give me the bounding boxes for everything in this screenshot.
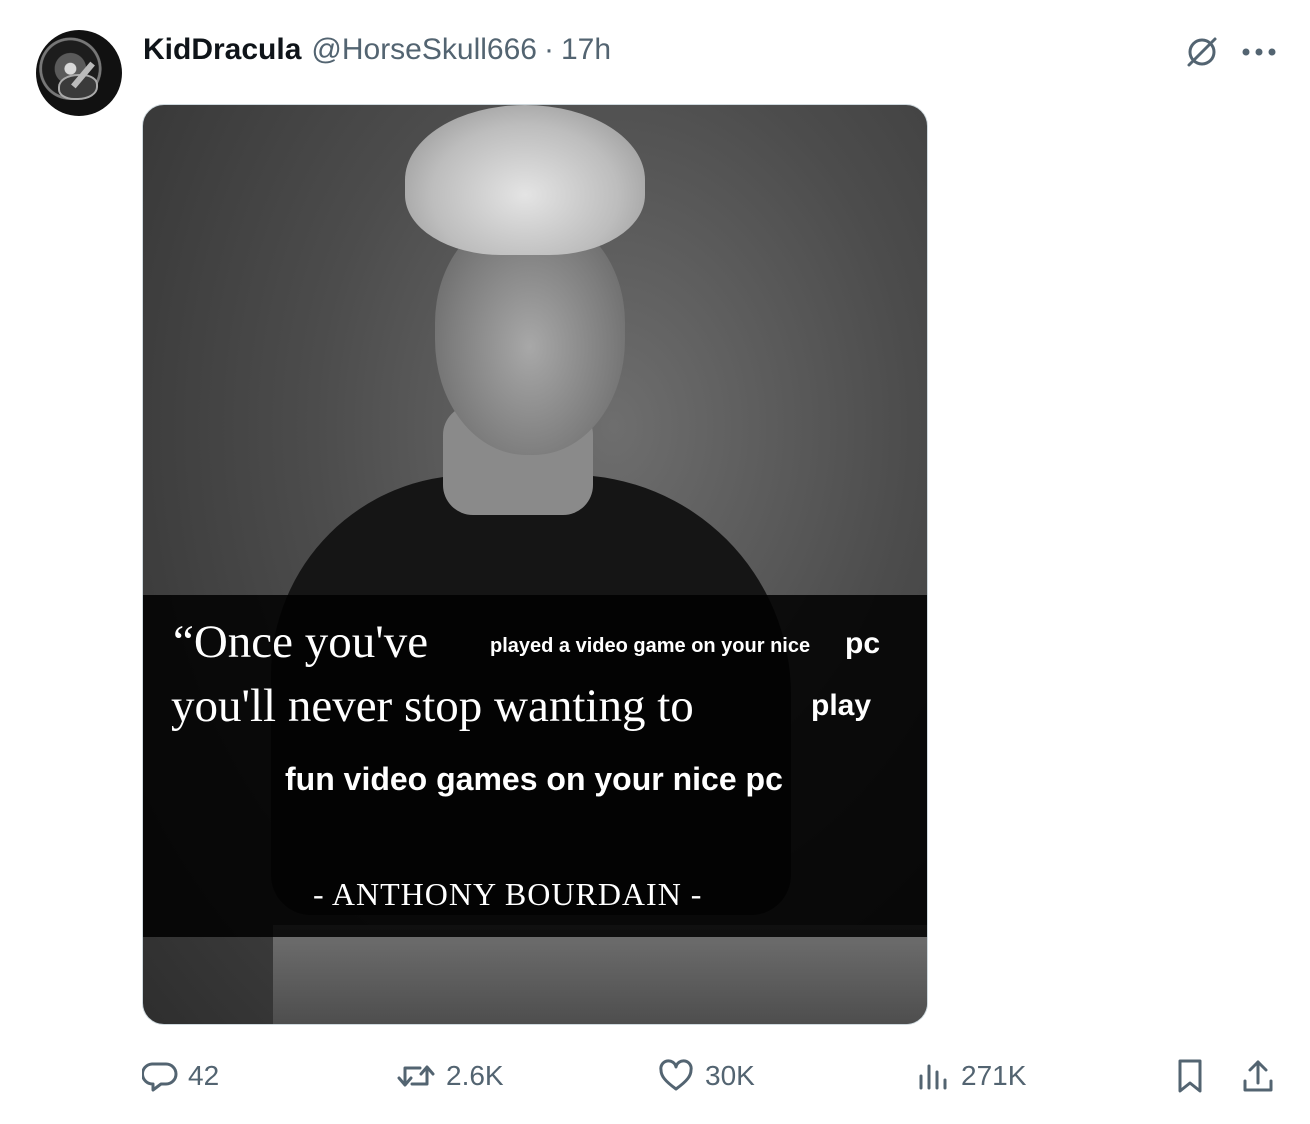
quote-author: - ANTHONY BOURDAIN - [313,876,703,912]
quote-line3: fun video games on your nice pc [285,761,783,797]
like-button[interactable]: 30K [657,1054,755,1098]
bookmark-button[interactable] [1172,1054,1208,1098]
views-count: 271K [961,1060,1027,1091]
like-count: 30K [705,1060,755,1091]
quote-line1-pc: pc [845,627,881,660]
heart-icon [657,1058,695,1094]
more-button[interactable] [1236,30,1282,74]
action-bar: 42 2.6K 30K 271K [0,1054,1310,1098]
repost-button[interactable]: 2.6K [396,1054,504,1098]
post-header: KidDracula @HorseSkull666 · 17h [143,30,611,70]
photo-jeans [273,925,927,1024]
views-button[interactable]: 271K [915,1054,1026,1098]
quote-line2-serif: you'll never stop wanting to [171,680,694,732]
quote-line1-sans: played a video game on your nice [490,635,811,657]
more-icon [1241,47,1277,57]
repost-count: 2.6K [446,1060,504,1091]
reply-count: 42 [188,1060,220,1091]
user-handle[interactable]: @HorseSkull666 [311,33,537,67]
grok-icon [1183,33,1221,71]
quote-line2-sans: play [811,689,872,722]
post-image[interactable]: “Once you've played a video game on your… [142,104,928,1025]
separator-dot: · [543,33,554,66]
share-icon [1240,1057,1276,1095]
share-button[interactable] [1240,1054,1276,1098]
views-icon [915,1058,951,1094]
quote-line1-serif: “Once you've [173,616,429,668]
repost-icon [396,1058,436,1094]
reply-icon [142,1058,178,1094]
photo-hair [405,105,645,255]
grok-button[interactable] [1180,30,1224,74]
display-name[interactable]: KidDracula [143,33,301,67]
avatar[interactable] [36,30,122,116]
reply-button[interactable]: 42 [142,1054,219,1098]
bookmark-icon [1172,1057,1208,1095]
post-time[interactable]: 17h [561,33,611,67]
